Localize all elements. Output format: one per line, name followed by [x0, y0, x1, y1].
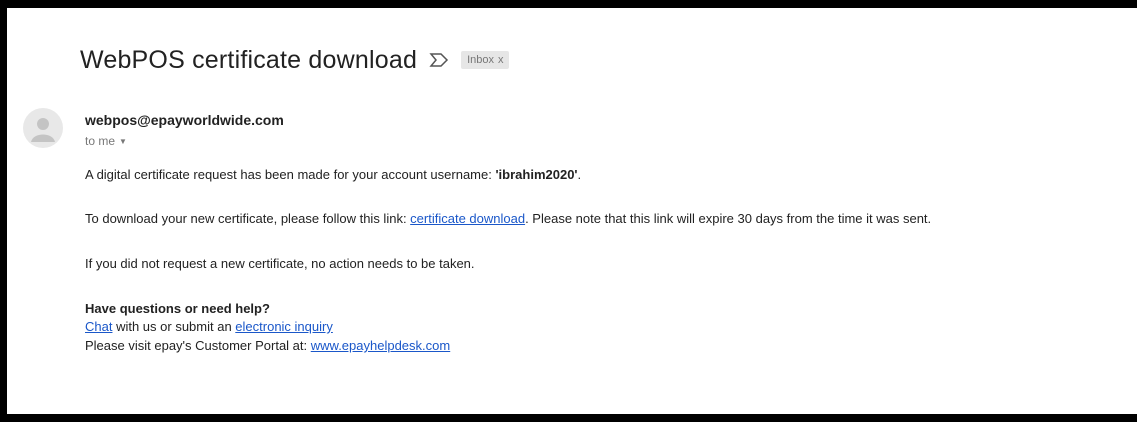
help-line-contact: Chat with us or submit an electronic inq… [85, 319, 333, 334]
body-line-request: A digital certificate request has been m… [85, 167, 581, 182]
recipient-row[interactable]: to me ▼ [85, 134, 127, 148]
no-action-text: If you did not request a new certificate… [85, 256, 475, 271]
help-heading: Have questions or need help? [85, 301, 270, 316]
helpdesk-portal-link[interactable]: www.epayhelpdesk.com [311, 338, 450, 353]
recipient-text: to me [85, 134, 116, 148]
chat-link[interactable]: Chat [85, 319, 112, 334]
body-line-download: To download your new certificate, please… [85, 211, 931, 226]
inbox-label-chip: Inbox x [461, 51, 510, 69]
help-line-portal: Please visit epay's Customer Portal at: … [85, 338, 450, 353]
download-instruction: To download your new certificate, please… [85, 211, 411, 226]
important-marker-icon[interactable] [429, 52, 449, 68]
email-subject: WebPOS certificate download [80, 45, 418, 74]
remove-label-button[interactable]: x [498, 54, 504, 66]
certificate-download-link[interactable]: certificate download [410, 211, 525, 226]
body-line-no-action: If you did not request a new certificate… [85, 256, 475, 271]
chevron-down-icon[interactable]: ▼ [119, 137, 127, 146]
account-username: 'ibrahim2020' [495, 167, 578, 182]
expiry-note: . Please note that this link will expire… [525, 211, 932, 226]
electronic-inquiry-link[interactable]: electronic inquiry [235, 319, 333, 334]
portal-text: Please visit epay's Customer Portal at: [85, 338, 311, 353]
email-view: WebPOS certificate download Inbox x webp… [7, 8, 1137, 414]
request-text-end: . [577, 167, 582, 182]
request-text: A digital certificate request has been m… [85, 167, 496, 182]
inbox-label-text: Inbox [467, 54, 494, 66]
help-middle-text: with us or submit an [112, 319, 236, 334]
default-avatar-icon [23, 108, 63, 148]
sender-email[interactable]: webpos@epayworldwide.com [85, 112, 284, 128]
subject-row: WebPOS certificate download Inbox x [80, 40, 510, 80]
